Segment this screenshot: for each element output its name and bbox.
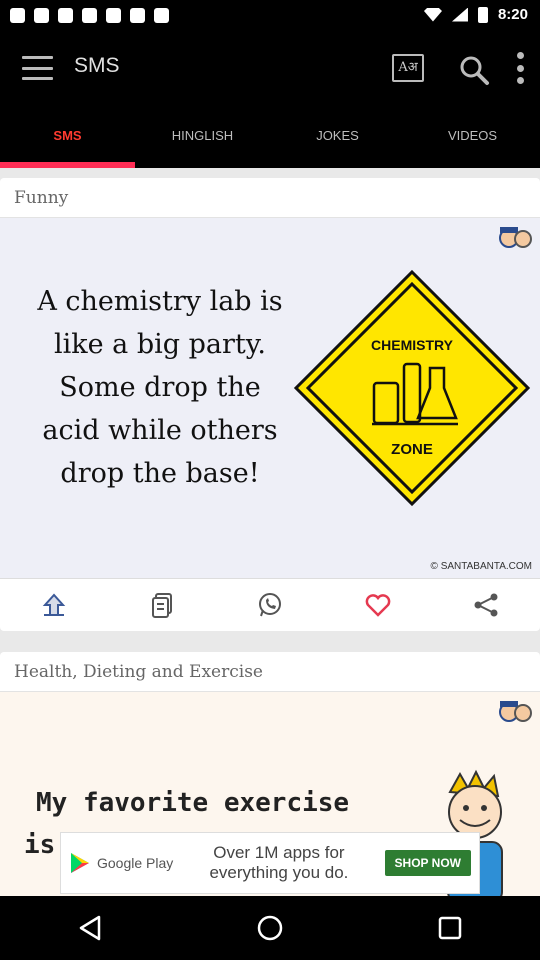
joke-line: like a big party. xyxy=(53,329,267,360)
system-navigation-bar xyxy=(0,896,540,960)
ad-shop-now-button[interactable]: SHOP NOW xyxy=(384,850,471,876)
notification-icon xyxy=(106,8,121,23)
app-title: SMS xyxy=(74,54,120,77)
notification-icons xyxy=(10,8,169,23)
image-copyright: © SANTABANTA.COM xyxy=(430,561,532,572)
facebook-share-button[interactable] xyxy=(34,585,74,625)
whatsapp-share-button[interactable] xyxy=(250,585,290,625)
card-category-title: Health, Dieting and Exercise xyxy=(0,652,540,692)
play-store-icon xyxy=(71,853,89,873)
notification-icon xyxy=(34,8,49,23)
joke-line: drop the base! xyxy=(60,458,260,489)
notification-icon xyxy=(58,8,73,23)
recents-button[interactable] xyxy=(430,908,470,948)
google-play-logo: Google Play xyxy=(69,851,173,875)
clock: 8:20 xyxy=(497,6,528,23)
share-button[interactable] xyxy=(466,585,506,625)
home-icon xyxy=(257,915,283,941)
back-icon xyxy=(79,915,101,941)
ad-brand: Google Play xyxy=(97,855,174,871)
tab-hinglish[interactable]: HINGLISH xyxy=(135,104,270,168)
joke-line: is xyxy=(24,830,56,860)
font-toggle-button[interactable]: Aअ xyxy=(392,54,424,82)
notification-icon xyxy=(10,8,25,23)
search-icon[interactable] xyxy=(458,54,490,86)
favorite-button[interactable] xyxy=(358,585,398,625)
ad-banner[interactable]: Google Play Over 1M apps for everything … xyxy=(60,832,480,894)
sign-line1: CHEMISTRY xyxy=(371,337,454,353)
menu-icon[interactable] xyxy=(22,56,53,80)
system-indicators: 8:20 xyxy=(423,6,528,23)
chemistry-zone-sign: CHEMISTRY ZONE xyxy=(293,269,531,507)
app-bar: SMS Aअ xyxy=(0,32,540,104)
tab-sms[interactable]: SMS xyxy=(0,104,135,168)
facebook-icon xyxy=(42,593,66,616)
recents-icon xyxy=(438,916,462,940)
message-card: Funny A chemistry lab is like a big part… xyxy=(0,178,540,631)
tab-videos[interactable]: VIDEOS xyxy=(405,104,540,168)
screen: 8:20 SMS Aअ SMS HINGLISH JOKES VIDEOS Fu… xyxy=(0,0,540,960)
joke-image[interactable]: A chemistry lab is like a big party. Som… xyxy=(0,218,540,578)
copy-button[interactable] xyxy=(142,585,182,625)
ad-text: Over 1M apps for everything you do. xyxy=(209,843,349,882)
joke-line: A chemistry lab is xyxy=(37,286,283,317)
card-actions xyxy=(0,578,540,630)
notification-icon xyxy=(154,8,169,23)
heart-icon xyxy=(365,593,391,617)
santabanta-logo-icon xyxy=(499,701,532,722)
santabanta-logo-icon xyxy=(499,227,532,248)
tab-bar: SMS HINGLISH JOKES VIDEOS xyxy=(0,104,540,168)
more-options-icon[interactable] xyxy=(512,52,528,84)
joke-line: My favorite exercise xyxy=(36,788,350,818)
sign-line2: ZONE xyxy=(391,441,433,458)
signal-icon xyxy=(451,7,468,22)
share-icon xyxy=(474,593,498,616)
card-category-title: Funny xyxy=(0,178,540,218)
notification-icon xyxy=(82,8,97,23)
back-button[interactable] xyxy=(70,908,110,948)
whatsapp-icon xyxy=(259,592,281,616)
joke-line: acid while others xyxy=(42,415,278,446)
joke-text: A chemistry lab is like a big party. Som… xyxy=(20,280,300,495)
copy-icon xyxy=(152,592,172,618)
wifi-icon xyxy=(423,7,442,22)
battery-icon xyxy=(477,6,488,23)
home-button[interactable] xyxy=(250,908,290,948)
status-bar: 8:20 xyxy=(0,0,540,32)
notification-icon xyxy=(130,8,145,23)
tab-jokes[interactable]: JOKES xyxy=(270,104,405,168)
joke-line: Some drop the xyxy=(59,372,261,403)
